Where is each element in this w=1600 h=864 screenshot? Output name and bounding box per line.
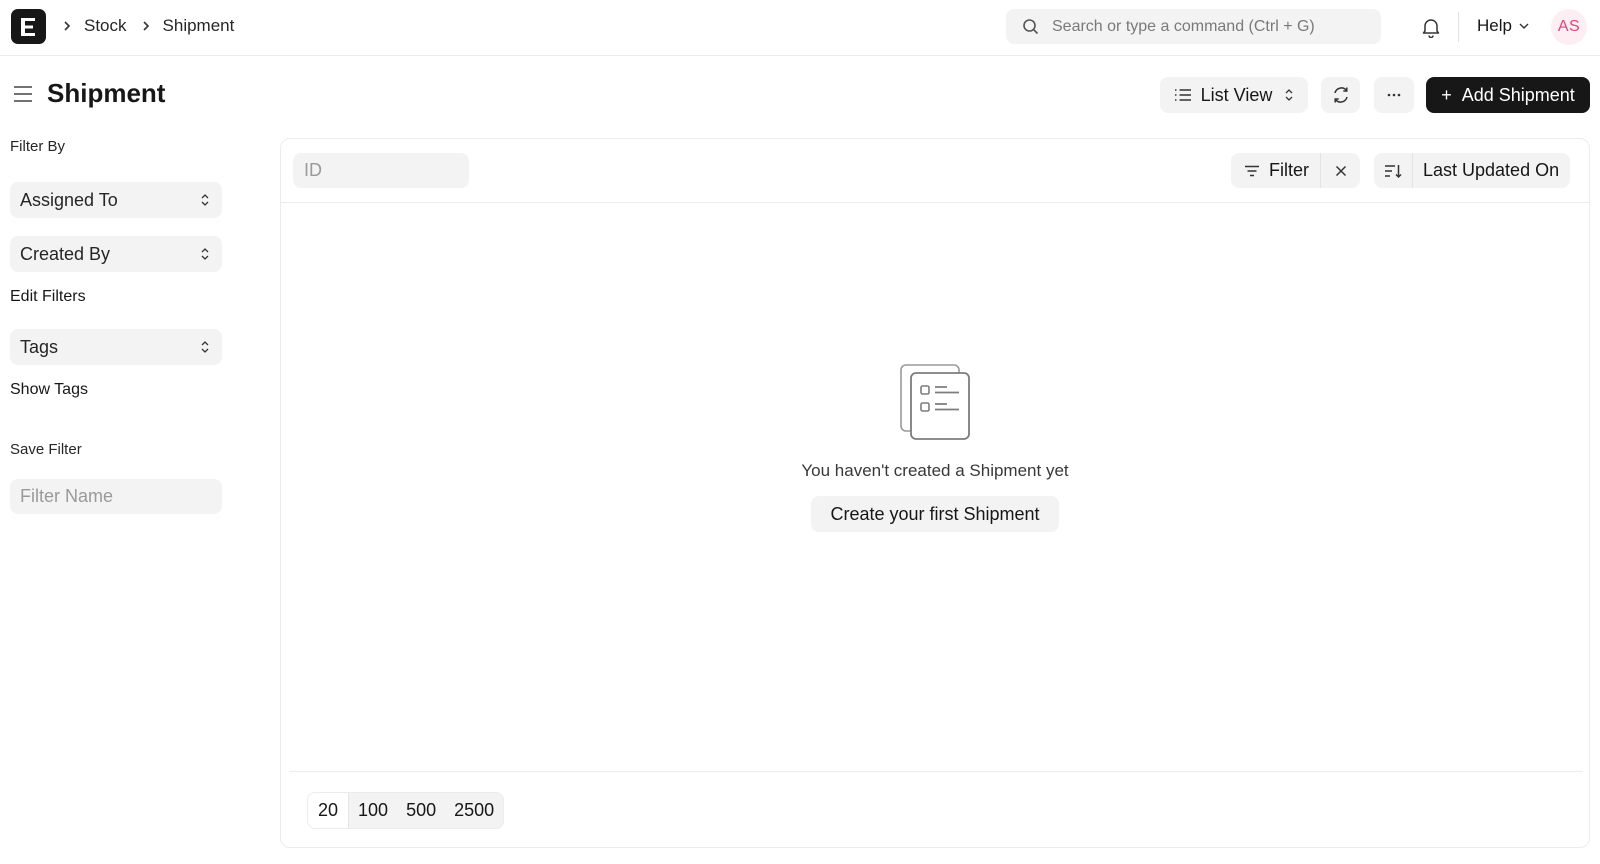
list-footer-divider <box>289 771 1583 772</box>
filter-icon <box>1244 164 1260 178</box>
plus-icon: + <box>1441 85 1452 105</box>
list-icon <box>1174 87 1192 103</box>
filter-label: Filter <box>1269 160 1309 180</box>
tags-filter[interactable]: Tags <box>10 329 222 365</box>
assigned-to-label: Assigned To <box>20 189 118 210</box>
page-size-2500[interactable]: 2500 <box>445 793 503 828</box>
navbar-divider <box>1458 12 1459 42</box>
ellipsis-icon <box>1386 93 1402 97</box>
create-first-shipment-button[interactable]: Create your first Shipment <box>811 496 1059 532</box>
sort-order-button[interactable] <box>1374 153 1412 188</box>
breadcrumb-stock[interactable]: Stock <box>84 16 127 36</box>
add-shipment-label: Add Shipment <box>1461 84 1575 105</box>
clear-filter-button[interactable] <box>1320 153 1360 188</box>
page-title: Shipment <box>47 78 166 108</box>
tags-label: Tags <box>20 336 59 357</box>
search-bar[interactable] <box>1006 9 1381 44</box>
sort-descending-icon <box>1384 163 1402 179</box>
page-size-500[interactable]: 500 <box>397 793 445 828</box>
empty-list-icon <box>899 363 971 441</box>
filter-by-heading: Filter By <box>10 138 66 155</box>
created-by-label: Created By <box>20 243 111 264</box>
top-navbar: Stock Shipment Help AS <box>0 0 1600 56</box>
chevron-down-icon <box>1518 20 1530 32</box>
show-tags-link[interactable]: Show Tags <box>10 381 88 399</box>
refresh-button[interactable] <box>1321 77 1360 113</box>
list-toolbar: Filter Last Updated On <box>281 139 1589 203</box>
list-view-label: List View <box>1200 84 1273 105</box>
sort-field-button[interactable]: Last Updated On <box>1412 153 1571 188</box>
select-arrows-icon <box>200 193 210 207</box>
app-logo-icon[interactable] <box>11 9 46 44</box>
assigned-to-filter[interactable]: Assigned To <box>10 182 222 218</box>
notification-bell-icon[interactable] <box>1420 16 1442 39</box>
search-input[interactable] <box>1052 17 1372 36</box>
more-actions-button[interactable] <box>1374 77 1414 113</box>
sort-group: Last Updated On <box>1374 153 1571 188</box>
help-label: Help <box>1477 16 1512 35</box>
id-filter-input[interactable] <box>293 153 469 188</box>
refresh-icon <box>1331 85 1351 105</box>
list-panel: Filter Last Updated On <box>280 138 1590 848</box>
filter-button[interactable]: Filter <box>1231 153 1320 188</box>
search-icon <box>1022 18 1040 36</box>
select-arrows-icon <box>200 340 210 354</box>
chevron-right-icon <box>62 19 76 33</box>
select-arrows-icon <box>200 247 210 261</box>
breadcrumb-shipment[interactable]: Shipment <box>163 16 235 36</box>
save-filter-heading: Save Filter <box>10 441 82 458</box>
breadcrumb: Stock Shipment <box>62 0 248 52</box>
edit-filters-link[interactable]: Edit Filters <box>10 288 86 306</box>
avatar[interactable]: AS <box>1551 9 1587 45</box>
empty-state-message: You haven't created a Shipment yet <box>801 461 1069 480</box>
page-size-100[interactable]: 100 <box>349 793 397 828</box>
chevron-right-icon <box>141 19 155 33</box>
filter-group: Filter <box>1231 153 1360 188</box>
created-by-filter[interactable]: Created By <box>10 236 222 272</box>
add-shipment-button[interactable]: + Add Shipment <box>1426 77 1590 113</box>
filter-name-input[interactable] <box>10 479 222 514</box>
sidebar-toggle-icon[interactable] <box>12 84 34 104</box>
help-dropdown[interactable]: Help <box>1477 16 1530 36</box>
close-icon <box>1335 165 1347 177</box>
select-arrows-icon <box>1284 88 1294 102</box>
page-size-20[interactable]: 20 <box>308 793 350 828</box>
page-size-selector: 20 100 500 2500 <box>307 792 505 829</box>
list-view-switcher[interactable]: List View <box>1160 77 1308 113</box>
